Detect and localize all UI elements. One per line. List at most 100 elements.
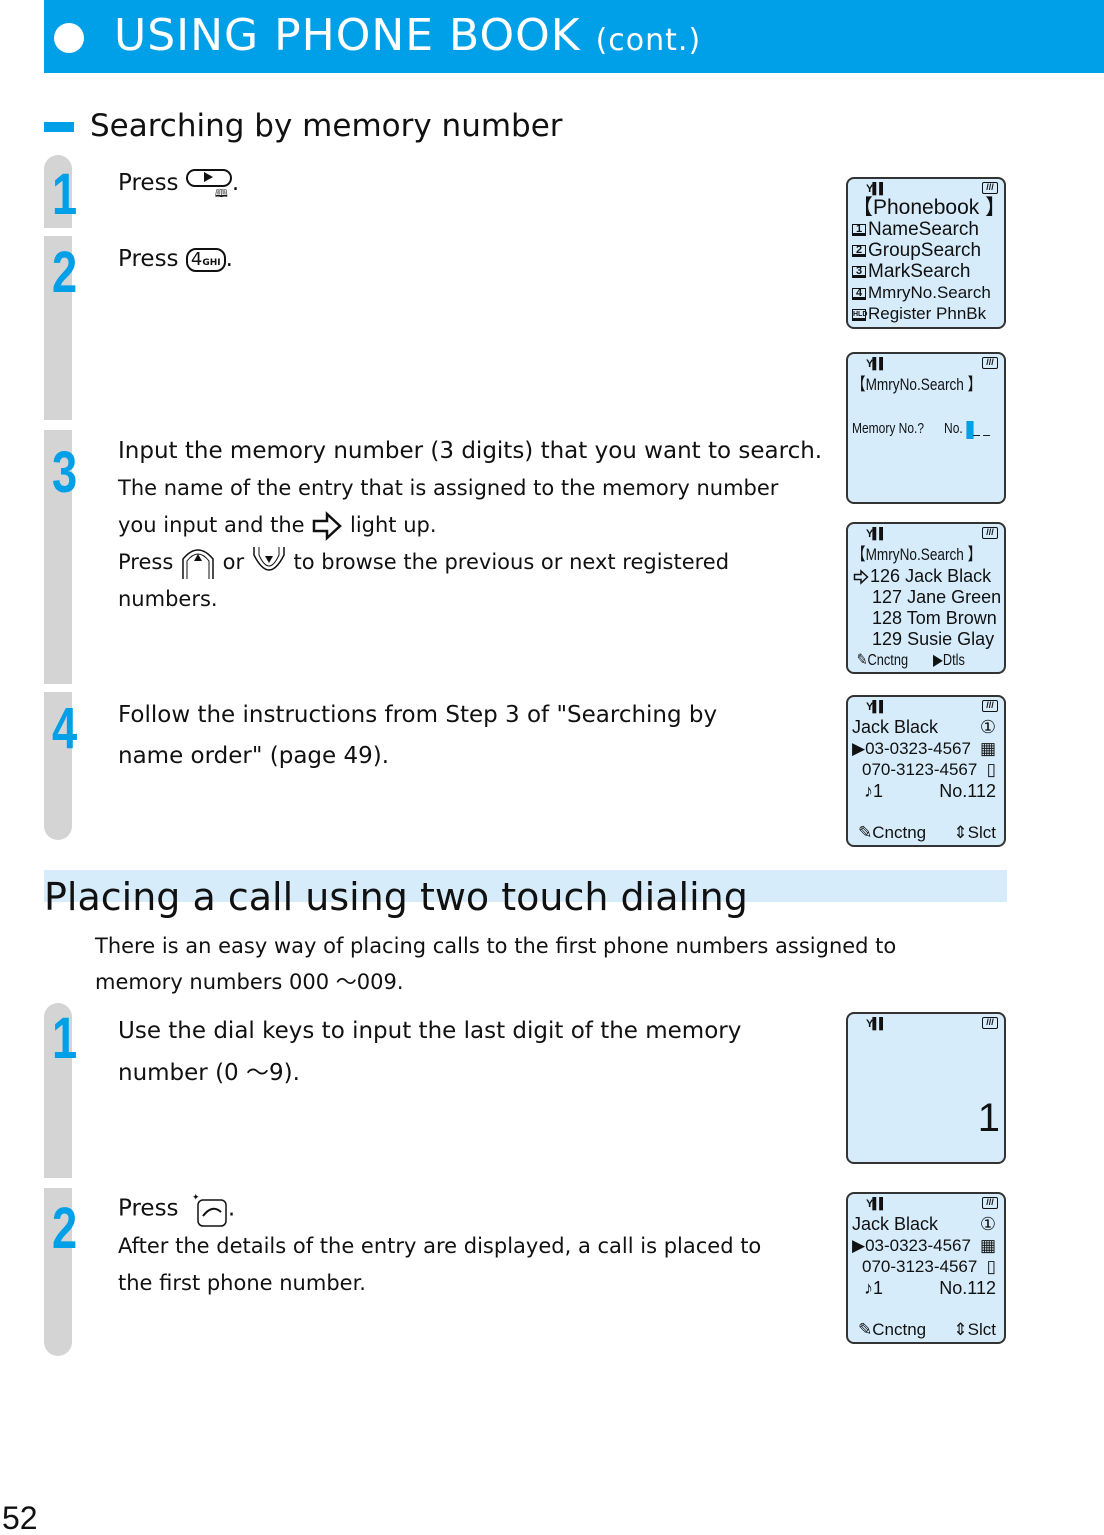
menu-item[interactable]: 4 MmryNo.Search: [852, 282, 1000, 303]
signal-icon: Y▌▌: [866, 358, 887, 370]
menu-item[interactable]: 2 GroupSearch: [852, 240, 1000, 261]
key-3-icon: 3: [852, 265, 866, 278]
step-text: name order" (page 49).: [118, 743, 390, 769]
group-badge: ①: [979, 717, 996, 737]
entry-number: 126: [870, 566, 901, 586]
contact-name: Jack Black: [852, 1214, 939, 1234]
list-item[interactable]: 129 Susie Glay: [852, 629, 1000, 650]
pen-icon: ✎: [858, 1320, 873, 1339]
punct: .: [231, 170, 240, 196]
signal-icon: Y▌▌: [866, 1018, 887, 1030]
phone-screen-dial-digit: Y▌▌ /// 1: [846, 1012, 1006, 1164]
battery-icon: ///: [982, 357, 998, 369]
punct: .: [227, 1195, 236, 1222]
phone-number-row[interactable]: ▶03-0323-4567 ▦: [852, 1235, 1000, 1256]
step-2-text: Press 4GHI.: [118, 241, 828, 278]
battery-icon: ///: [982, 527, 998, 539]
svg-text:✦: ✦: [192, 1193, 200, 1203]
softkey-left[interactable]: Cnctng: [872, 1320, 926, 1339]
down-key-icon: [253, 547, 285, 571]
contact-name-row: Jack Black ①: [852, 717, 1000, 738]
step-number: 2: [52, 240, 78, 305]
key-1-icon: 1: [852, 223, 866, 236]
step-text: Follow the instructions from Step 3 of "…: [118, 702, 718, 728]
step-text: Press: [118, 246, 179, 272]
screen-title: 【MmryNo.Search 】: [852, 375, 982, 394]
landline-icon: ▦: [979, 1236, 996, 1255]
step-text: numbers.: [118, 587, 218, 611]
step-3-text: Input the memory number (3 digits) that …: [118, 433, 828, 618]
pointer-icon: ▶: [852, 739, 866, 758]
pen-icon: ✎: [856, 652, 868, 669]
pointer-icon: ▶: [852, 1236, 866, 1255]
ringtone-row: ♪1 No.112: [852, 781, 1000, 802]
softkey-right[interactable]: Slct: [968, 1320, 996, 1339]
memory-number: No.112: [939, 781, 996, 801]
softkey-bar: ✎Cnctng ⇕Slct: [852, 1319, 1000, 1340]
entry-number: 128: [872, 608, 903, 628]
section-title: Placing a call using two touch dialing: [44, 875, 748, 919]
menu-item[interactable]: HLDRegister PhnBk: [852, 303, 1000, 324]
softkey-left[interactable]: Cnctng: [872, 823, 926, 842]
dialed-digit: 1: [977, 1096, 1000, 1140]
phone-screen-mmry-input: Y▌▌ /// 【MmryNo.Search 】 Memory No.? No.…: [846, 352, 1006, 504]
step-text: to browse the previous or next registere…: [293, 550, 730, 574]
landline-icon: ▦: [979, 739, 996, 758]
signal-icon: Y▌▌: [866, 528, 887, 540]
softkey-left[interactable]: Cnctng: [868, 652, 909, 669]
menu-item-label: GroupSearch: [868, 240, 982, 261]
phone-screen-detail-call: Y▌▌ /// Jack Black ① ▶03-0323-4567 ▦ 070-3…: [846, 1192, 1006, 1344]
step-text: Press: [118, 550, 174, 574]
phone-number-row[interactable]: 070-3123-4567 ▯: [852, 1256, 1000, 1277]
signal-icon: Y▌▌: [866, 701, 887, 713]
battery-icon: ///: [982, 1197, 998, 1209]
step-text: Press: [118, 1195, 179, 1222]
entry-number: 127: [872, 587, 903, 607]
step-text: number (0 ～9).: [118, 1060, 300, 1086]
selection-arrow-icon: [313, 511, 343, 541]
step-text: or: [222, 550, 245, 574]
punct: .: [225, 246, 233, 272]
page-header: USING PHONE BOOK (cont.): [44, 0, 1104, 73]
menu-item-label: Register PhnBk: [868, 304, 987, 323]
softkey-bar: ✎Cnctng ▶Dtls: [852, 650, 970, 671]
contact-name-row: Jack Black ①: [852, 1214, 1000, 1235]
key-2-icon: 2: [852, 244, 866, 257]
bullet-icon: [54, 23, 84, 53]
prompt-label: Memory No.?: [852, 420, 925, 437]
menu-item[interactable]: 1 NameSearch: [852, 219, 1000, 240]
hold-key-icon: HLD: [852, 308, 867, 321]
play-icon: ▶: [932, 652, 943, 669]
digit-placeholder: _ _: [973, 420, 990, 437]
phone-number: 03-0323-4567: [865, 1236, 971, 1255]
music-note-icon: ♪: [864, 781, 873, 801]
input-cursor[interactable]: [966, 421, 974, 439]
section-heading-text: Searching by memory number: [90, 108, 563, 144]
softkey-right[interactable]: Slct: [968, 823, 996, 842]
list-item[interactable]: 126 Jack Black: [852, 566, 1000, 587]
entry-name: Jack Black: [905, 566, 992, 586]
phone-number: 070-3123-4567: [862, 1257, 978, 1276]
step-text: Input the memory number (3 digits) that …: [118, 438, 823, 464]
phone-number-row[interactable]: 070-3123-4567 ▯: [852, 759, 1000, 780]
entry-name: Tom Brown: [906, 608, 997, 628]
page-title: USING PHONE BOOK (cont.): [114, 10, 701, 61]
step-number: 1: [52, 1006, 78, 1071]
list-item[interactable]: 127 Jane Green: [852, 587, 1001, 608]
battery-icon: ///: [982, 700, 998, 712]
menu-item[interactable]: 3 MarkSearch: [852, 261, 1000, 282]
phone-number-row[interactable]: ▶03-0323-4567 ▦: [852, 738, 1000, 759]
selection-arrow-icon: [853, 569, 869, 585]
step-number: 2: [52, 1196, 78, 1261]
entry-name: Susie Glay: [907, 629, 995, 649]
battery-icon: ///: [982, 1017, 998, 1029]
step-number: 4: [52, 696, 78, 761]
signal-icon: Y▌▌: [866, 183, 887, 195]
softkey-right[interactable]: Dtls: [943, 652, 965, 669]
call-key-icon: ✦: [192, 1193, 227, 1227]
key-4-icon: 4: [852, 287, 866, 300]
softkey-bar: ✎Cnctng ⇕Slct: [852, 822, 1000, 843]
list-item[interactable]: 128 Tom Brown: [852, 608, 1000, 629]
ringtone-value: 1: [873, 1278, 884, 1298]
step-text: The name of the entry that is assigned t…: [118, 476, 779, 500]
